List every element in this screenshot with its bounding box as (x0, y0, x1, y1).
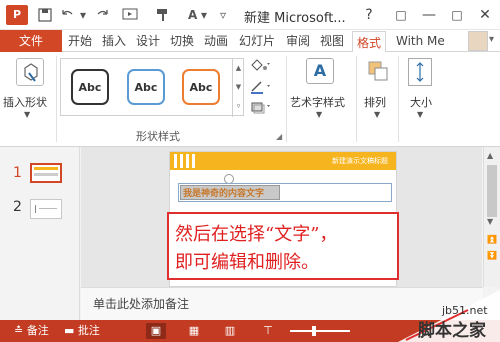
dialog-launcher-icon[interactable]: ◢ (276, 132, 282, 141)
slideshow-view-button[interactable]: ⊤ (258, 323, 278, 339)
start-from-beginning-icon[interactable] (122, 6, 138, 24)
tab-view[interactable]: 视图 (318, 30, 346, 52)
tab-slideshow[interactable]: 幻灯片 (236, 30, 278, 52)
tab-transitions[interactable]: 切换 (168, 30, 196, 52)
group-divider (398, 56, 399, 142)
shape-style-swatch[interactable]: Abc (127, 69, 165, 105)
thumbnail-number: 2 (13, 199, 22, 215)
tab-review[interactable]: 审阅 (284, 30, 312, 52)
arrange-icon[interactable] (365, 58, 391, 84)
notes-placeholder[interactable]: 单击此处添加备注 (93, 295, 189, 312)
close-button[interactable]: ✕ (474, 5, 496, 25)
document-title: 新建 Microsoft... (244, 11, 346, 26)
title-bar: P ▾ A ▾ ▿ 新建 Microsoft... ? □ — □ ✕ (0, 0, 500, 30)
ribbon-display-options-button[interactable]: □ (390, 5, 412, 25)
previous-slide-icon[interactable]: ⏫ (487, 235, 497, 244)
callout-text: 然后在选择“文字”， (175, 224, 338, 245)
group-divider (56, 56, 57, 142)
gallery-more-icon[interactable]: ▿ (233, 97, 244, 116)
insert-shape-button[interactable]: 插入形状 (3, 94, 47, 110)
wordart-icon[interactable]: A (306, 58, 334, 84)
chevron-down-icon[interactable]: ▾ (489, 34, 494, 45)
scroll-thumb[interactable] (487, 165, 497, 217)
scroll-down-icon[interactable]: ▼ (487, 217, 493, 226)
tab-format[interactable]: 格式 (352, 31, 386, 53)
ribbon-panel: 插入形状 ▼ Abc Abc Abc ▲ ▼ ▿ 形状样式 ◢ A 艺术字样式 … (0, 52, 500, 147)
insert-shape-icon[interactable] (16, 58, 44, 86)
shape-style-swatch[interactable]: Abc (71, 69, 109, 105)
shape-outline-icon[interactable] (249, 80, 273, 96)
slide-text-box[interactable]: 我是神奇的内容文字 (178, 183, 392, 202)
notes-icon: ≛ (14, 324, 24, 337)
notes-toggle-button[interactable]: ≛ 备注 (14, 320, 49, 342)
annotation-callout: 然后在选择“文字”， 即可编辑和删除。 (167, 212, 399, 280)
slide-thumbnail[interactable] (30, 199, 62, 219)
shape-fill-icon[interactable] (249, 58, 273, 74)
wordart-styles-button[interactable]: 艺术字样式 (290, 94, 345, 110)
zoom-slider-thumb[interactable] (312, 326, 316, 336)
maximize-button[interactable]: □ (446, 5, 468, 25)
slide-thumbnail-pane: 1 2 (0, 147, 80, 320)
tab-insert[interactable]: 插入 (100, 30, 128, 52)
slide-text[interactable]: 我是神奇的内容文字 (183, 186, 264, 199)
group-divider (286, 56, 287, 142)
comment-icon: ▬ (64, 324, 75, 337)
redo-icon[interactable] (96, 6, 110, 24)
tab-animations[interactable]: 动画 (202, 30, 230, 52)
normal-view-button[interactable]: ▣ (146, 323, 166, 339)
dropdown-arrow-icon[interactable]: ▾ (201, 6, 207, 24)
slide-sorter-view-button[interactable]: ▦ (184, 323, 204, 339)
scroll-down-icon[interactable]: ▼ (233, 78, 244, 97)
avatar[interactable] (468, 31, 488, 51)
save-icon[interactable] (38, 6, 52, 24)
callout-text: 即可编辑和删除。 (175, 252, 319, 273)
chevron-down-icon[interactable]: ▼ (374, 110, 380, 119)
help-button[interactable]: ? (358, 5, 380, 25)
shape-effects-icon[interactable] (249, 100, 273, 116)
slide-thumbnail[interactable] (30, 163, 62, 183)
size-icon[interactable] (408, 58, 432, 86)
thumbnail-number: 1 (13, 165, 22, 181)
format-painter-icon[interactable] (156, 6, 172, 24)
watermark-name: 脚本之家 (418, 321, 486, 341)
chevron-down-icon[interactable]: ▼ (24, 110, 30, 119)
customize-toolbar-icon[interactable]: ▿ (220, 6, 226, 24)
comments-toggle-button[interactable]: ▬ 批注 (64, 320, 100, 342)
arrange-button[interactable]: 排列 (364, 94, 386, 110)
group-divider (356, 56, 357, 142)
scroll-up-icon[interactable]: ▲ (233, 59, 244, 78)
dropdown-arrow-icon[interactable]: ▾ (80, 6, 86, 24)
scroll-up-icon[interactable]: ▲ (487, 151, 493, 160)
tab-file[interactable]: 文件 (0, 30, 62, 52)
chevron-down-icon[interactable]: ▼ (316, 110, 322, 119)
size-button[interactable]: 大小 (410, 94, 432, 110)
slide-header-bar: 新建演示文稿标题 (170, 152, 396, 170)
next-slide-icon[interactable]: ⏬ (487, 251, 497, 260)
tab-home[interactable]: 开始 (66, 30, 94, 52)
font-color-icon[interactable]: A (188, 6, 197, 24)
chevron-down-icon[interactable]: ▼ (417, 110, 423, 119)
reading-view-button[interactable]: ▥ (220, 323, 240, 339)
slide-header-text: 新建演示文稿标题 (332, 157, 388, 165)
user-name[interactable]: With Me (396, 30, 445, 52)
comments-label: 批注 (77, 324, 100, 337)
tab-design[interactable]: 设计 (134, 30, 162, 52)
shape-style-swatch[interactable]: Abc (182, 69, 220, 105)
gallery-scrollbar[interactable]: ▲ ▼ ▿ (232, 59, 244, 117)
shape-styles-group-label: 形状样式 (136, 130, 180, 143)
notes-label: 备注 (26, 324, 49, 337)
shape-style-gallery: Abc Abc Abc ▲ ▼ ▿ (60, 58, 244, 117)
powerpoint-logo-icon: P (6, 5, 28, 25)
ribbon-tabs: 文件 开始 插入 设计 切换 动画 幻灯片 审阅 视图 格式 With Me ▾ (0, 30, 500, 53)
vertical-scrollbar[interactable]: ▲ ▼ ⏫ ⏬ (483, 147, 500, 287)
minimize-button[interactable]: — (418, 5, 440, 25)
zoom-slider[interactable] (290, 330, 350, 332)
undo-icon[interactable] (60, 6, 74, 24)
